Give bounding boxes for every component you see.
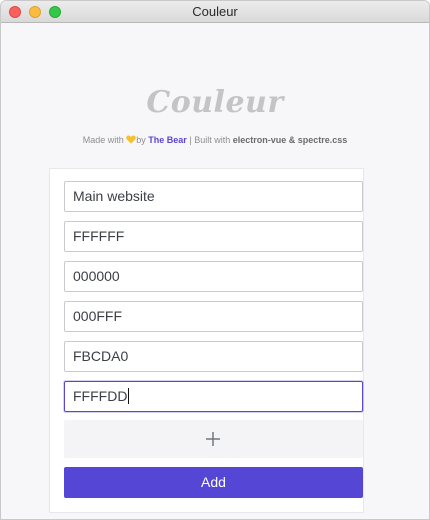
credits-line: Made with by The Bear | Built with elect… [1, 135, 429, 145]
color-input-3[interactable]: 000FFF [64, 301, 363, 332]
heart-icon [126, 135, 137, 144]
palette-name-input[interactable]: Main website [64, 181, 363, 212]
add-palette-button[interactable]: Add [64, 467, 363, 498]
color-value-4: FBCDA0 [73, 348, 129, 364]
add-color-field-button[interactable] [64, 420, 363, 458]
credits-separator: | [189, 135, 192, 145]
by-text: by [136, 135, 146, 145]
text-caret [128, 388, 130, 404]
plus-icon [206, 432, 220, 446]
color-input-4[interactable]: FBCDA0 [64, 341, 363, 372]
author-link[interactable]: The Bear [148, 135, 187, 145]
palette-name-value: Main website [73, 188, 155, 204]
built-with-text: Built with [194, 135, 231, 145]
title-bar[interactable]: Couleur [1, 1, 429, 23]
app-logo: Couleur [146, 85, 284, 120]
made-with-text: Made with [82, 135, 124, 145]
app-window: Couleur Couleur Made with by The Bear | … [0, 0, 430, 520]
tech-stack-text: electron-vue & spectre.css [232, 135, 348, 145]
color-value-5: FFFFDD [73, 388, 128, 404]
color-input-1[interactable]: FFFFFF [64, 221, 363, 252]
palette-form: Main website FFFFFF 000000 000FFF FBCDA0… [49, 168, 364, 513]
color-value-2: 000000 [73, 268, 120, 284]
color-input-2[interactable]: 000000 [64, 261, 363, 292]
color-input-5[interactable]: FFFFDD [64, 381, 363, 412]
window-title: Couleur [192, 4, 238, 19]
color-value-1: FFFFFF [73, 228, 125, 244]
color-value-3: 000FFF [73, 308, 123, 324]
